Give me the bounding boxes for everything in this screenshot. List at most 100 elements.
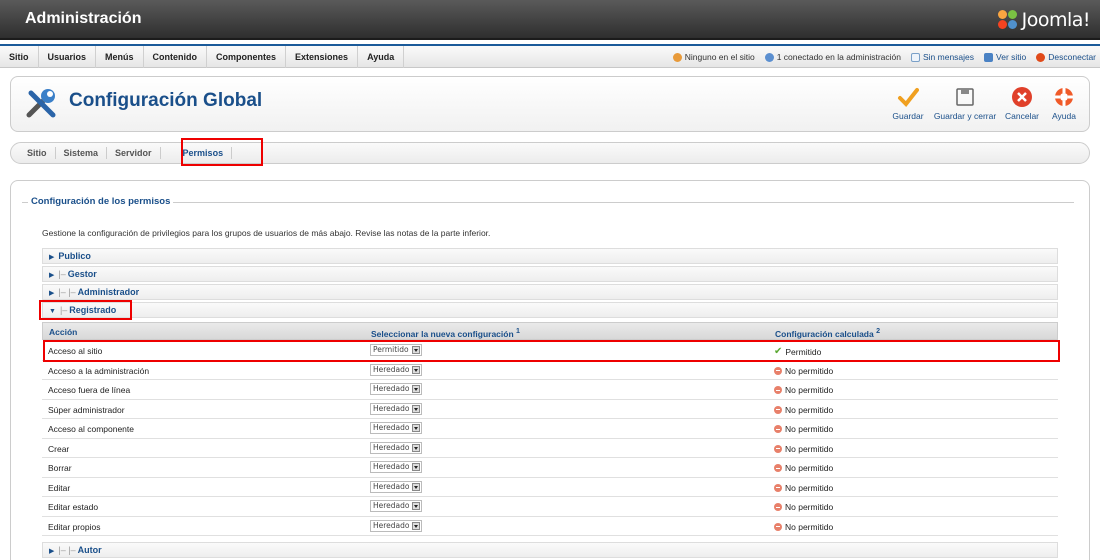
calculated-setting: No permitido [774,366,833,376]
checkmark-icon [898,88,919,108]
setting-select[interactable]: Heredado [370,422,422,434]
dropdown-arrow-icon [412,502,420,510]
config-tools-icon [26,89,56,118]
action-label: Acceso fuera de línea [48,385,131,395]
action-label: Acceso al componente [48,424,134,434]
action-label: Acceso a la administración [48,365,150,376]
help-button[interactable]: Ayuda [1043,81,1085,127]
users-icon [672,52,682,62]
page-title: Configuración Global [69,90,263,111]
highlight-permisos-tab [181,138,263,166]
denied-icon [774,386,782,394]
denied-icon [774,444,782,453]
action-label: Borrar [48,463,72,473]
toolbar-box: Configuración Global Guardar Guardar y c… [10,76,1090,132]
denied-icon [774,464,782,472]
menu-contenido[interactable]: Contenido [144,46,208,68]
table-row: Acceso fuera de línea Heredado No permitid… [42,380,1058,400]
dropdown-arrow-icon [412,424,420,432]
setting-select[interactable]: Heredado [370,383,422,395]
action-label: Editar propios [48,521,101,532]
cancel-button[interactable]: Cancelar [1001,81,1043,127]
group-gestor[interactable]: ▶ |– Gestor [42,266,1058,282]
table-row: Editar Heredado No permitido [42,478,1058,497]
setting-select[interactable]: Heredado [370,402,422,415]
logout-icon [1036,52,1046,62]
setting-select[interactable]: Heredado [370,461,422,473]
denied-icon [774,483,782,492]
table-row: Editar propios Heredado No permitido [42,517,1058,536]
setting-select[interactable]: Heredado [370,441,422,454]
denied-icon [774,366,782,375]
table-row: Editar estado Heredado No permitido [42,497,1058,517]
tabs-bar: Sitio Sistema Servidor Permisos [10,142,1090,164]
joomla-logo[interactable]: Joomla! [997,8,1091,32]
highlight-site-access-row [43,340,1060,362]
setting-select[interactable]: Heredado [370,480,422,493]
calculated-setting: No permitido [774,463,833,473]
admin-user-icon [764,52,774,62]
denied-icon [774,522,782,531]
table-row: Crear Heredado No permitido [42,439,1058,458]
col-action: Acción [49,327,78,337]
calculated-setting: No permitido [774,502,833,512]
dropdown-arrow-icon [412,521,420,530]
header-title: Administración [25,10,142,27]
group-administrador[interactable]: ▶ |– |– Administrador [42,284,1058,300]
monitor-icon [984,52,994,62]
setting-select[interactable]: Heredado [370,363,422,376]
calculated-setting: No permitido [774,424,833,434]
table-row: Borrar Heredado No permitido [42,458,1058,478]
view-site-link[interactable]: Ver sitio [984,52,1026,62]
col-calculated: Configuración calculada 2 [775,327,881,339]
group-publico[interactable]: ▶ Publico [42,248,1058,264]
dropdown-arrow-icon [412,482,420,491]
dropdown-arrow-icon [412,463,420,471]
tab-servidor[interactable]: Servidor [107,147,161,159]
logout-link[interactable]: Desconectar [1036,52,1096,62]
setting-select[interactable]: Heredado [370,500,422,512]
floppy-disk-icon [956,88,974,106]
status-area: Ninguno en el sitio 1 conectado en la ad… [672,46,1096,68]
expand-triangle-icon: ▶ [49,254,55,261]
dropdown-arrow-icon [412,443,420,452]
menu-usuarios[interactable]: Usuarios [39,46,97,68]
expand-triangle-icon: ▶ [49,290,55,297]
dropdown-arrow-icon [412,404,420,413]
table-row: Acceso a la administración Heredado No per… [42,361,1058,380]
expand-triangle-icon: ▶ [49,548,55,555]
calculated-setting: No permitido [774,444,833,454]
messages-link[interactable]: Sin mensajes [911,52,974,62]
menu-sitio[interactable]: Sitio [0,46,39,68]
denied-icon [774,425,782,433]
table-row: Súper administrador Heredado No permitido [42,400,1058,419]
dropdown-arrow-icon [412,365,420,374]
calculated-setting: No permitido [774,385,833,395]
cancel-x-icon [1012,87,1032,107]
group-autor[interactable]: ▶ |– |– Autor [42,542,1058,558]
status-users-site: Ninguno en el sitio [672,52,755,62]
menu-bar: Sitio Usuarios Menús Contenido Component… [0,44,1100,68]
lifebuoy-icon [1055,88,1073,106]
save-close-button[interactable]: Guardar y cerrar [929,81,1001,127]
menu-ayuda[interactable]: Ayuda [358,46,405,68]
tab-sistema[interactable]: Sistema [56,147,108,159]
joomla-logo-icon [997,10,1018,30]
group-registrado[interactable]: ▼ |– Registrado [42,302,1058,318]
menu-menus[interactable]: Menús [96,46,144,68]
setting-select[interactable]: Heredado [370,519,422,532]
permissions-description: Gestione la configuración de privilegios… [42,228,491,238]
tab-sitio[interactable]: Sitio [19,147,56,159]
admin-header: Administración Joomla! [0,0,1100,40]
messages-icon [911,52,920,62]
expand-triangle-icon: ▶ [49,272,55,279]
menu-extensiones[interactable]: Extensiones [286,46,359,68]
save-button[interactable]: Guardar [887,81,929,127]
action-label: Editar estado [48,502,99,512]
menu-componentes[interactable]: Componentes [207,46,287,68]
denied-icon [774,405,782,414]
calculated-setting: No permitido [774,405,833,415]
action-label: Súper administrador [48,404,125,415]
action-label: Crear [48,443,70,454]
table-row: Acceso al componente Heredado No permitido [42,419,1058,439]
